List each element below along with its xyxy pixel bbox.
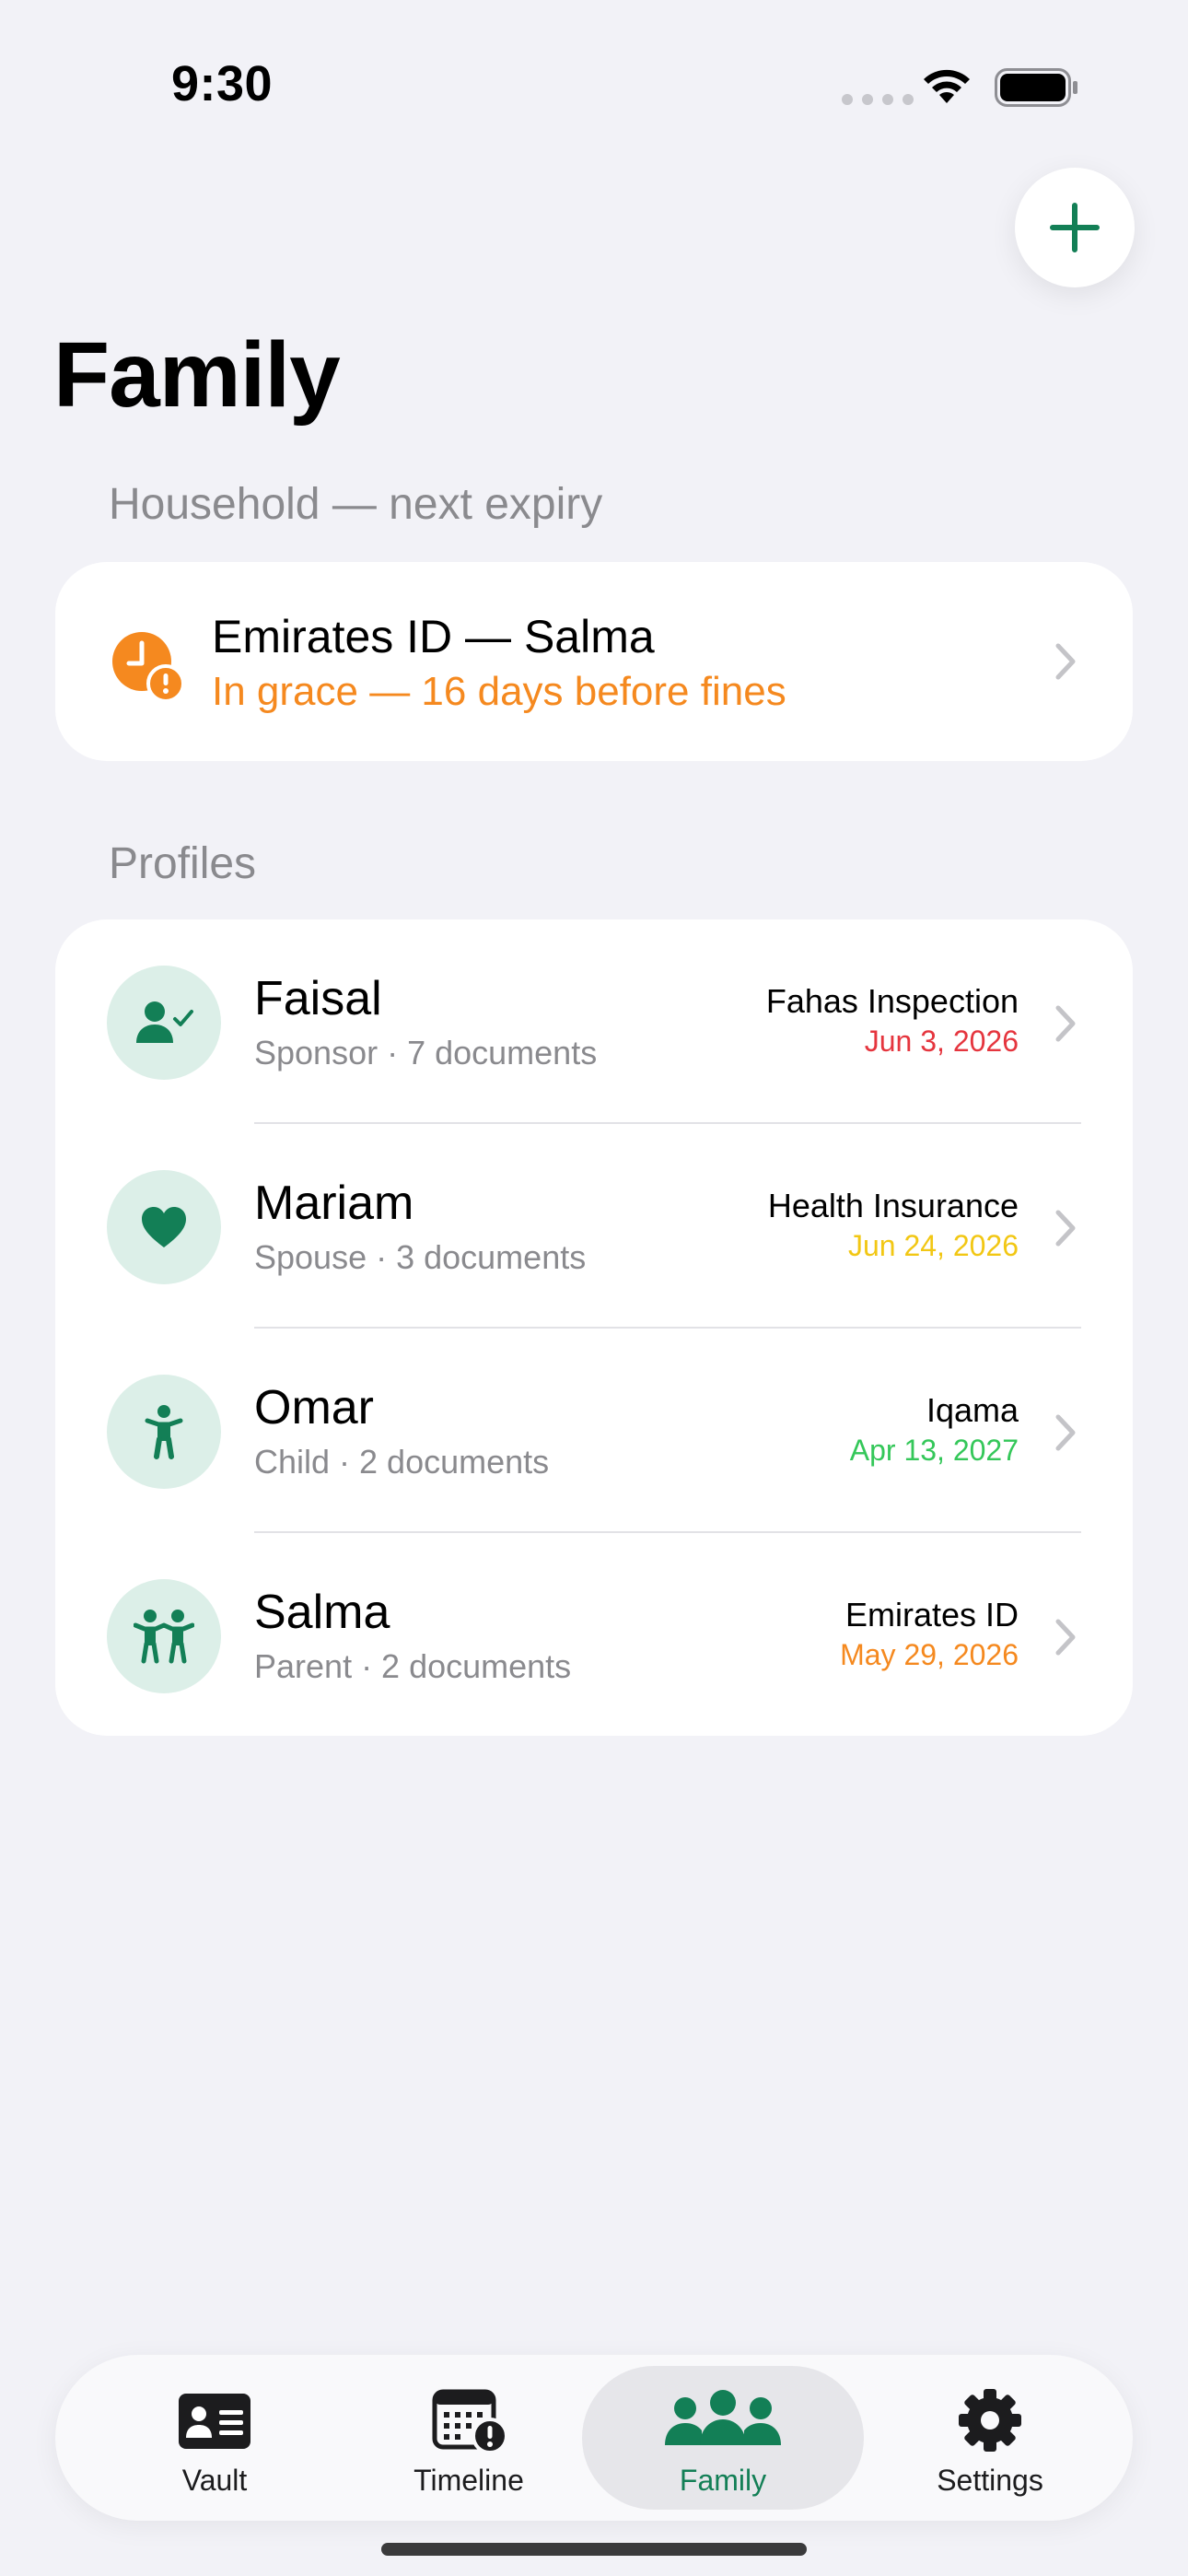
avatar — [107, 1170, 221, 1284]
avatar — [107, 966, 221, 1080]
profile-name: Salma — [254, 1586, 390, 1639]
calendar-alert-icon — [432, 2389, 508, 2454]
next-document-date: Jun 24, 2026 — [847, 1229, 1019, 1262]
two-people-icon — [134, 1610, 194, 1664]
expiry-subtitle: In grace — 16 days before fines — [212, 669, 786, 714]
add-member-button[interactable] — [1015, 168, 1135, 287]
profile-meta: Sponsor · 7 documents — [254, 1034, 598, 1071]
cellular-signal-icon — [842, 94, 914, 105]
avatar — [107, 1375, 221, 1489]
chevron-right-icon — [1055, 1005, 1076, 1042]
household-expiry-card[interactable]: Emirates ID — Salma In grace — 16 days b… — [55, 562, 1133, 761]
battery-icon — [995, 68, 1077, 107]
next-document-name: Emirates ID — [844, 1596, 1019, 1633]
profile-meta: Parent · 2 documents — [254, 1647, 572, 1685]
chevron-right-icon — [1055, 1414, 1076, 1451]
tab-timeline[interactable]: Timeline — [328, 2366, 610, 2510]
profile-row-faisal[interactable]: Faisal Sponsor · 7 documents Fahas Inspe… — [55, 919, 1133, 1124]
child-icon — [145, 1405, 183, 1459]
chevron-right-icon — [1055, 643, 1076, 680]
profiles-section-header: Profiles — [109, 839, 257, 888]
profile-name: Mariam — [254, 1177, 414, 1230]
tab-label: Timeline — [413, 2464, 524, 2497]
profile-meta: Child · 2 documents — [254, 1443, 550, 1481]
status-time: 9:30 — [171, 56, 274, 111]
status-bar: 9:30 — [0, 0, 1188, 175]
expiry-title: Emirates ID — Salma — [212, 611, 655, 662]
profile-row-mariam[interactable]: Mariam Spouse · 3 documents Health Insur… — [55, 1124, 1133, 1329]
profile-meta: Spouse · 3 documents — [254, 1238, 587, 1276]
profiles-list: Faisal Sponsor · 7 documents Fahas Inspe… — [55, 919, 1133, 1736]
profile-row-omar[interactable]: Omar Child · 2 documents Iqama Apr 13, 2… — [55, 1329, 1133, 1533]
tab-label: Settings — [937, 2464, 1043, 2497]
next-document-date: May 29, 2026 — [840, 1638, 1019, 1671]
id-card-icon — [179, 2394, 250, 2449]
tab-label: Family — [679, 2464, 767, 2497]
next-document-name: Fahas Inspection — [765, 982, 1019, 1020]
family-icon — [665, 2390, 781, 2445]
next-document-name: Health Insurance — [767, 1187, 1019, 1224]
person-check-icon — [136, 1001, 193, 1043]
profile-name: Faisal — [254, 972, 382, 1025]
chevron-right-icon — [1055, 1210, 1076, 1247]
clock-alert-icon — [112, 632, 184, 702]
profile-name: Omar — [254, 1381, 374, 1434]
wifi-icon — [924, 69, 970, 103]
tab-vault[interactable]: Vault — [74, 2366, 355, 2510]
chevron-right-icon — [1055, 1619, 1076, 1656]
profile-row-salma[interactable]: Salma Parent · 2 documents Emirates ID M… — [55, 1533, 1133, 1738]
heart-icon — [142, 1207, 186, 1247]
plus-icon — [1050, 203, 1100, 252]
gear-icon — [959, 2389, 1021, 2452]
household-section-header: Household — next expiry — [109, 480, 603, 529]
tab-bar: Vault Timeline Family Settings — [55, 2355, 1133, 2521]
tab-settings[interactable]: Settings — [849, 2366, 1131, 2510]
next-document-name: Iqama — [926, 1391, 1019, 1429]
tab-family[interactable]: Family — [582, 2366, 864, 2510]
tab-label: Vault — [181, 2464, 248, 2497]
page-title: Family — [53, 323, 341, 427]
next-document-date: Apr 13, 2027 — [849, 1434, 1019, 1467]
avatar — [107, 1579, 221, 1693]
home-indicator — [381, 2543, 807, 2556]
next-document-date: Jun 3, 2026 — [864, 1025, 1019, 1058]
